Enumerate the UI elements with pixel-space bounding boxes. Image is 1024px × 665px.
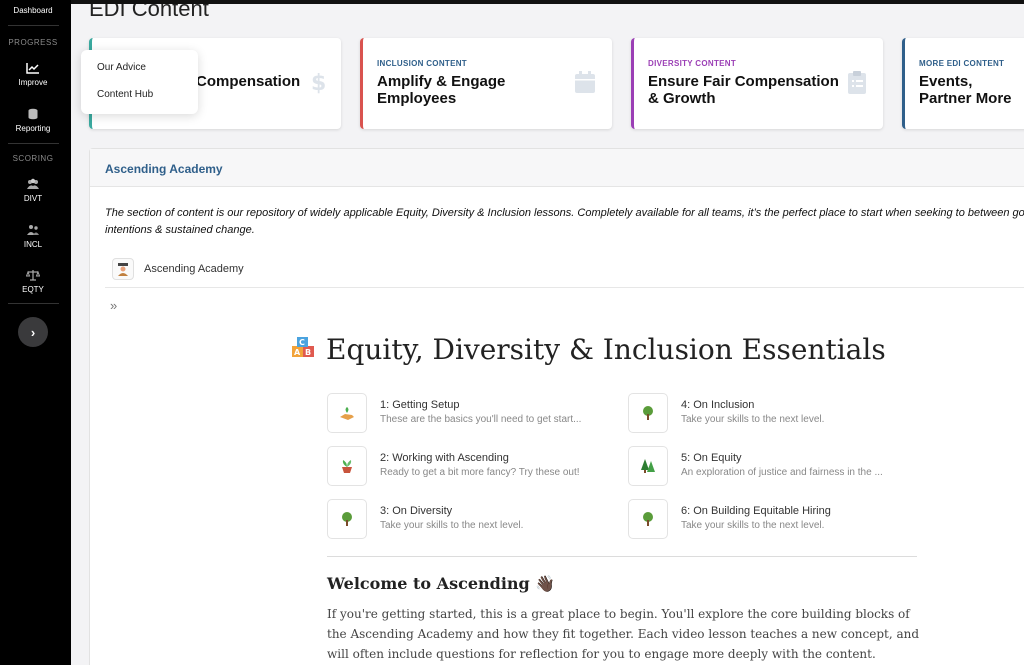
document-title: A B C Equity, Diversity & Inclusion Esse… <box>290 333 886 366</box>
panel-title: Ascending Academy <box>105 162 223 176</box>
card-title: Ensure Fair Compensation & Growth <box>648 73 839 107</box>
tree-icon <box>628 393 668 433</box>
sidebar-item-label: DIVT <box>23 194 43 203</box>
welcome-heading: Welcome to Ascending 👋🏿 <box>327 574 556 593</box>
sidebar-item-label: Reporting <box>15 124 51 133</box>
tile-subtitle: Take your skills to the next level. <box>681 520 825 531</box>
sidebar-item-label: INCL <box>23 240 43 249</box>
tile-subtitle: These are the basics you'll need to get … <box>380 414 582 425</box>
svg-text:C: C <box>299 338 305 347</box>
sidebar-item-eqty[interactable]: EQTY <box>0 269 66 294</box>
lesson-tile[interactable]: 1: Getting Setup These are the basics yo… <box>327 393 617 435</box>
divider <box>327 556 917 557</box>
tile-title: 1: Getting Setup <box>380 399 460 411</box>
sidebar-item-divt[interactable]: DIVT <box>0 178 66 203</box>
calendar-icon <box>575 71 595 93</box>
sidebar-item-improve[interactable]: Improve <box>0 62 66 87</box>
lesson-tile[interactable]: 4: On Inclusion Take your skills to the … <box>628 393 918 435</box>
lesson-tile[interactable]: 3: On Diversity Take your skills to the … <box>327 499 617 541</box>
ascending-academy-panel: Ascending Academy The section of content… <box>89 148 1024 665</box>
svg-text:$: $ <box>311 71 325 94</box>
document-title-text: Equity, Diversity & Inclusion Essentials <box>326 333 886 366</box>
expand-sidebar-icon[interactable]: » <box>110 298 117 313</box>
main-content: EDI Content Compensation $ INCLUSION CON… <box>71 4 1024 665</box>
embedded-page-tab[interactable]: Ascending Academy <box>112 257 244 281</box>
tile-subtitle: Ready to get a bit more fancy? Try these… <box>380 467 580 478</box>
sidebar-expand-button[interactable]: › <box>18 317 48 347</box>
sidebar-item-incl[interactable]: INCL <box>0 224 66 249</box>
tile-title: 5: On Equity <box>681 452 742 464</box>
potted-plant-icon <box>327 446 367 486</box>
scale-icon <box>26 270 40 281</box>
chart-line-icon <box>26 63 39 74</box>
page-title: EDI Content <box>89 4 209 21</box>
tile-subtitle: Take your skills to the next level. <box>681 414 825 425</box>
pine-trees-icon <box>628 446 668 486</box>
tree-icon <box>628 499 668 539</box>
lesson-tile[interactable]: 6: On Building Equitable Hiring Take you… <box>628 499 918 541</box>
sidebar-item-reporting[interactable]: Reporting <box>0 108 66 133</box>
tab-label: Ascending Academy <box>144 263 244 275</box>
card-kicker: INCLUSION CONTENT <box>377 59 467 68</box>
panel-description: The section of content is our repository… <box>105 207 1024 236</box>
chevron-right-icon: › <box>30 324 36 340</box>
menu-item-content-hub[interactable]: Content Hub <box>97 89 153 100</box>
svg-text:B: B <box>305 348 311 357</box>
card-kicker: DIVERSITY CONTENT <box>648 59 737 68</box>
people-icon <box>27 225 39 235</box>
sidebar-item-label: Dashboard <box>13 6 53 15</box>
database-icon <box>28 108 38 120</box>
tile-subtitle: An exploration of justice and fairness i… <box>681 467 883 478</box>
tile-title: 4: On Inclusion <box>681 399 755 411</box>
sidebar-section-scoring: SCORING <box>12 154 54 163</box>
sidebar: Dashboard PROGRESS Improve Reporting SCO… <box>0 0 71 665</box>
welcome-paragraph: If you're getting started, this is a gre… <box>327 607 920 661</box>
content-dropdown-menu: Our Advice Content Hub <box>81 50 198 114</box>
sidebar-divider <box>8 25 59 26</box>
users-icon <box>27 178 39 189</box>
sidebar-divider <box>8 303 59 304</box>
card-title: Amplify & Engage Employees <box>377 73 506 107</box>
content-card-diversity[interactable]: DIVERSITY CONTENT Ensure Fair Compensati… <box>631 38 883 129</box>
lesson-tile[interactable]: 2: Working with Ascending Ready to get a… <box>327 446 617 488</box>
tree-icon <box>327 499 367 539</box>
divider <box>105 287 1024 288</box>
card-title: Events, Partner More <box>919 73 1012 107</box>
content-card-inclusion[interactable]: INCLUSION CONTENT Amplify & Engage Emplo… <box>360 38 612 129</box>
sidebar-item-label: Improve <box>18 78 48 87</box>
clipboard-icon <box>848 71 866 94</box>
content-card-more-edi[interactable]: MORE EDI CONTENT Events, Partner More <box>902 38 1024 129</box>
sidebar-item-dashboard[interactable]: Dashboard <box>0 6 66 15</box>
abc-blocks-icon: A B C <box>292 336 314 357</box>
lesson-tile[interactable]: 5: On Equity An exploration of justice a… <box>628 446 918 488</box>
sidebar-section-progress: PROGRESS <box>8 38 58 47</box>
tile-title: 3: On Diversity <box>380 505 453 517</box>
menu-item-our-advice[interactable]: Our Advice <box>97 62 146 73</box>
svg-text:A: A <box>294 348 301 357</box>
panel-header: Ascending Academy <box>90 149 1024 187</box>
sidebar-item-label: EQTY <box>22 285 44 294</box>
tile-title: 6: On Building Equitable Hiring <box>681 505 831 517</box>
hand-plant-icon <box>327 393 367 433</box>
tile-title: 2: Working with Ascending <box>380 452 509 464</box>
sidebar-divider <box>8 143 59 144</box>
graduate-icon <box>112 258 134 280</box>
card-kicker: MORE EDI CONTENT <box>919 59 1005 68</box>
tile-subtitle: Take your skills to the next level. <box>380 520 524 531</box>
dollar-icon: $ <box>311 71 325 94</box>
